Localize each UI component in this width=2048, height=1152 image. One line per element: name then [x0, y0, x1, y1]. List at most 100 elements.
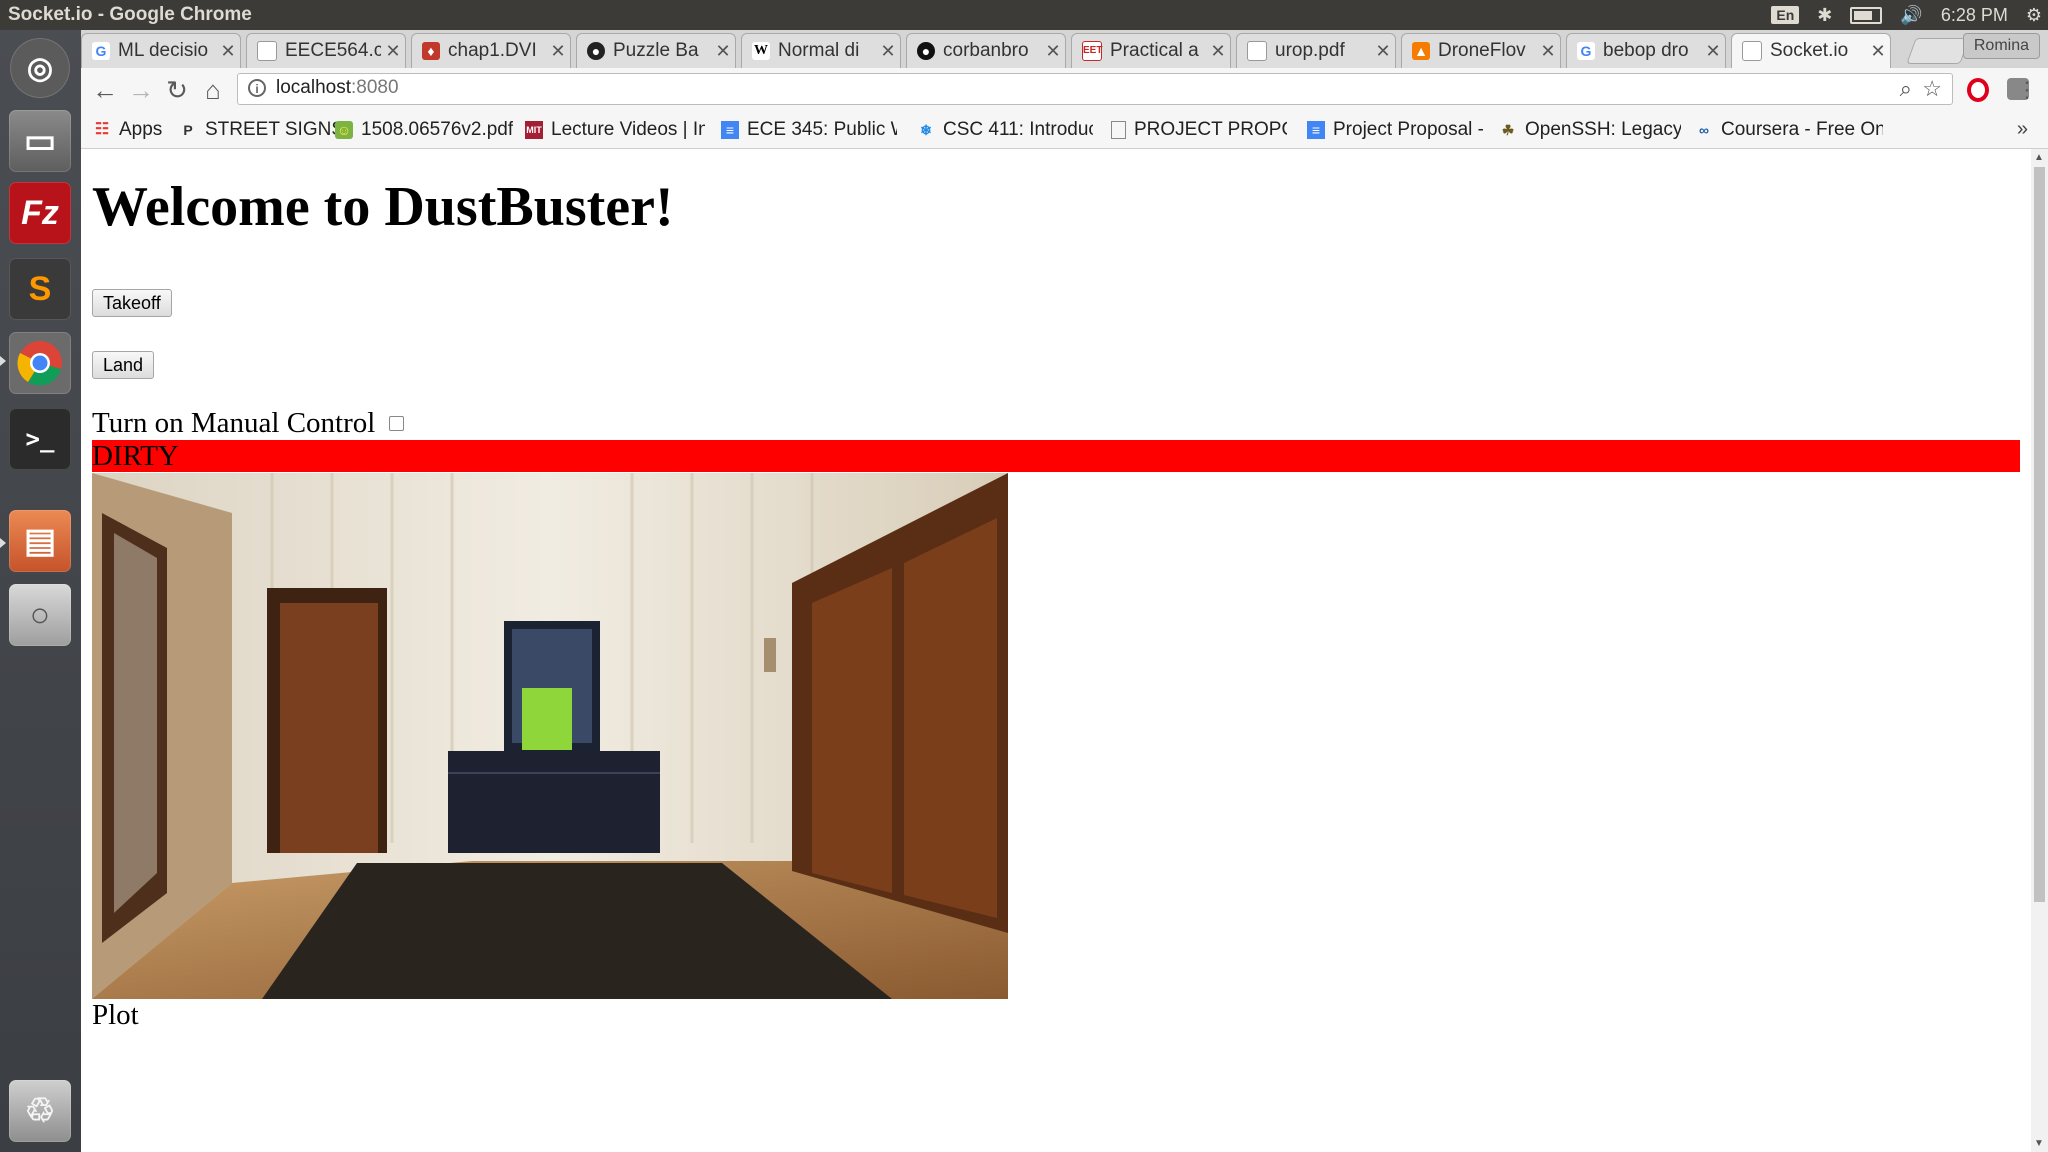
dash-home-icon[interactable]: ◎ — [10, 38, 70, 98]
document-icon — [1247, 41, 1267, 61]
bluetooth-icon[interactable]: ✱ — [1817, 5, 1832, 26]
terminal-icon[interactable]: >_ — [9, 408, 71, 470]
bookmark-item[interactable]: PROJECT PROPOS — [1111, 118, 1287, 142]
reload-icon[interactable]: ↻ — [161, 74, 193, 106]
bookmark-item[interactable]: ☺ 1508.06576v2.pdf — [335, 118, 513, 142]
manual-control-checkbox[interactable] — [389, 416, 405, 431]
keyboard-layout-indicator[interactable]: En — [1771, 6, 1800, 24]
home-icon[interactable]: ⌂ — [197, 74, 229, 106]
site-info-icon[interactable]: i — [248, 79, 266, 97]
archive-manager-icon[interactable]: ▤ — [9, 510, 71, 572]
zoom-icon[interactable]: ⌕ — [1900, 76, 1912, 102]
more-bookmarks-icon[interactable]: » — [2017, 118, 2028, 141]
bookmark-item[interactable]: ☘ OpenSSH: Legacy ( — [1499, 118, 1681, 142]
files-icon[interactable]: ▭ — [9, 110, 71, 172]
clock[interactable]: 6:28 PM — [1941, 5, 2008, 26]
opera-extension-icon[interactable] — [1967, 78, 1989, 102]
tab[interactable]: ▲ DroneFlov ✕ — [1401, 33, 1561, 68]
new-tab-button[interactable] — [1906, 38, 1970, 64]
chrome-menu-icon[interactable]: ⋮ — [2011, 74, 2043, 106]
tab[interactable]: EECE564.c ✕ — [246, 33, 406, 68]
scroll-down-icon[interactable]: ▼ — [2034, 1138, 2044, 1149]
volume-icon[interactable]: 🔊 — [1900, 5, 1922, 26]
droneflow-icon: ▲ — [1412, 42, 1430, 60]
close-tab-icon[interactable]: ✕ — [876, 41, 900, 62]
tab[interactable]: EET Practical a ✕ — [1071, 33, 1231, 68]
tab-label: urop.pdf — [1275, 40, 1345, 61]
unity-launcher: ◎ ▭ Fz S >_ ▤ ○ ♲ — [0, 30, 81, 1152]
bookmark-item[interactable]: ≡ Project Proposal - — [1307, 118, 1483, 142]
coursera-icon: ∞ — [1699, 122, 1709, 138]
doc-blue-icon: ≡ — [721, 121, 739, 139]
bookmark-item[interactable]: P STREET SIGNS — [179, 118, 344, 142]
tab-label: DroneFlov — [1438, 40, 1526, 61]
battery-icon[interactable] — [1850, 6, 1883, 24]
close-tab-icon[interactable]: ✕ — [1701, 41, 1725, 62]
close-tab-icon[interactable]: ✕ — [711, 41, 735, 62]
close-tab-icon[interactable]: ✕ — [1206, 41, 1230, 62]
close-tab-icon[interactable]: ✕ — [1041, 41, 1065, 62]
tab[interactable]: ● Puzzle Ba ✕ — [576, 33, 736, 68]
trash-icon[interactable]: ♲ — [9, 1080, 71, 1142]
bookmark-item[interactable]: MIT Lecture Videos | In — [525, 118, 705, 142]
bookmark-apps[interactable]: ☷ Apps — [93, 118, 162, 142]
tab-active[interactable]: Socket.io ✕ — [1731, 33, 1891, 68]
close-tab-icon[interactable]: ✕ — [1371, 41, 1395, 62]
scroll-up-icon[interactable]: ▲ — [2034, 152, 2044, 163]
bookmark-label: Coursera - Free On — [1721, 119, 1883, 140]
page-scrollbar[interactable]: ▲ ▼ — [2031, 149, 2048, 1152]
close-tab-icon[interactable]: ✕ — [1536, 41, 1560, 62]
google-icon: G — [1577, 42, 1595, 60]
pdf-icon: ♦ — [422, 42, 440, 60]
sublime-text-icon[interactable]: S — [9, 258, 71, 320]
forward-arrow-icon[interactable]: → — [125, 74, 157, 106]
bookmark-label: Project Proposal - — [1333, 119, 1483, 140]
close-tab-icon[interactable]: ✕ — [381, 41, 405, 62]
tab[interactable]: ● corbanbro ✕ — [906, 33, 1066, 68]
profile-button[interactable]: Romina — [1962, 33, 2040, 59]
bookmark-item[interactable]: ❄ CSC 411: Introduct — [917, 118, 1093, 142]
system-indicators: En ✱ 🔊 6:28 PM ⚙ — [1771, 2, 2042, 28]
document-icon — [257, 41, 277, 61]
land-button[interactable]: Land — [92, 351, 155, 379]
scrollbar-thumb[interactable] — [2034, 167, 2045, 902]
takeoff-button[interactable]: Takeoff — [92, 289, 172, 317]
smiley-icon: ☺ — [335, 121, 353, 139]
tab-label: EECE564.c — [285, 40, 381, 61]
close-tab-icon[interactable]: ✕ — [546, 41, 570, 62]
bookmark-star-icon[interactable]: ☆ — [1922, 76, 1942, 102]
filezilla-icon[interactable]: Fz — [9, 182, 71, 244]
google-icon: G — [92, 42, 110, 60]
disk-drive-icon[interactable]: ○ — [9, 584, 71, 646]
page-content: Welcome to DustBuster! Takeoff Land Turn… — [81, 149, 2031, 1152]
browser-toolbar: ← → ↻ ⌂ i localhost:8080 ⌕ ☆ ⋮ — [81, 68, 2048, 112]
plot-label: Plot — [92, 999, 139, 1031]
chrome-icon[interactable] — [9, 332, 71, 394]
tab-label: chap1.DVI — [448, 40, 537, 61]
close-tab-icon[interactable]: ✕ — [1866, 41, 1890, 62]
puzzle-icon: ● — [587, 42, 605, 60]
tab-label: bebop dro — [1603, 40, 1689, 61]
tab[interactable]: G ML decisio ✕ — [81, 33, 241, 68]
address-bar[interactable]: i localhost:8080 ⌕ ☆ — [237, 73, 1953, 105]
tab[interactable]: urop.pdf ✕ — [1236, 33, 1396, 68]
bookmark-label: 1508.06576v2.pdf — [361, 119, 514, 140]
bookmark-item[interactable]: ≡ ECE 345: Public W — [721, 118, 897, 142]
close-tab-icon[interactable]: ✕ — [216, 41, 240, 62]
bookmark-label: Lecture Videos | In — [551, 119, 705, 140]
tab[interactable]: G bebop dro ✕ — [1566, 33, 1726, 68]
manual-control-label: Turn on Manual Control — [92, 407, 376, 439]
tab[interactable]: ♦ chap1.DVI ✕ — [411, 33, 571, 68]
page-title: Welcome to DustBuster! — [92, 176, 674, 238]
back-arrow-icon[interactable]: ← — [89, 74, 121, 106]
bookmark-label: STREET SIGNS — [205, 119, 345, 140]
bookmark-item[interactable]: ∞ Coursera - Free On — [1695, 118, 1883, 142]
settings-gear-icon[interactable]: ⚙ — [2026, 5, 2042, 26]
tab[interactable]: W Normal di ✕ — [741, 33, 901, 68]
running-indicator — [0, 538, 6, 548]
tab-label: Socket.io — [1770, 40, 1849, 61]
snowflake-icon: ❄ — [920, 122, 932, 138]
mit-icon: MIT — [525, 121, 543, 139]
url-text[interactable]: localhost:8080 — [276, 77, 399, 99]
tab-label: Practical a — [1110, 40, 1199, 61]
